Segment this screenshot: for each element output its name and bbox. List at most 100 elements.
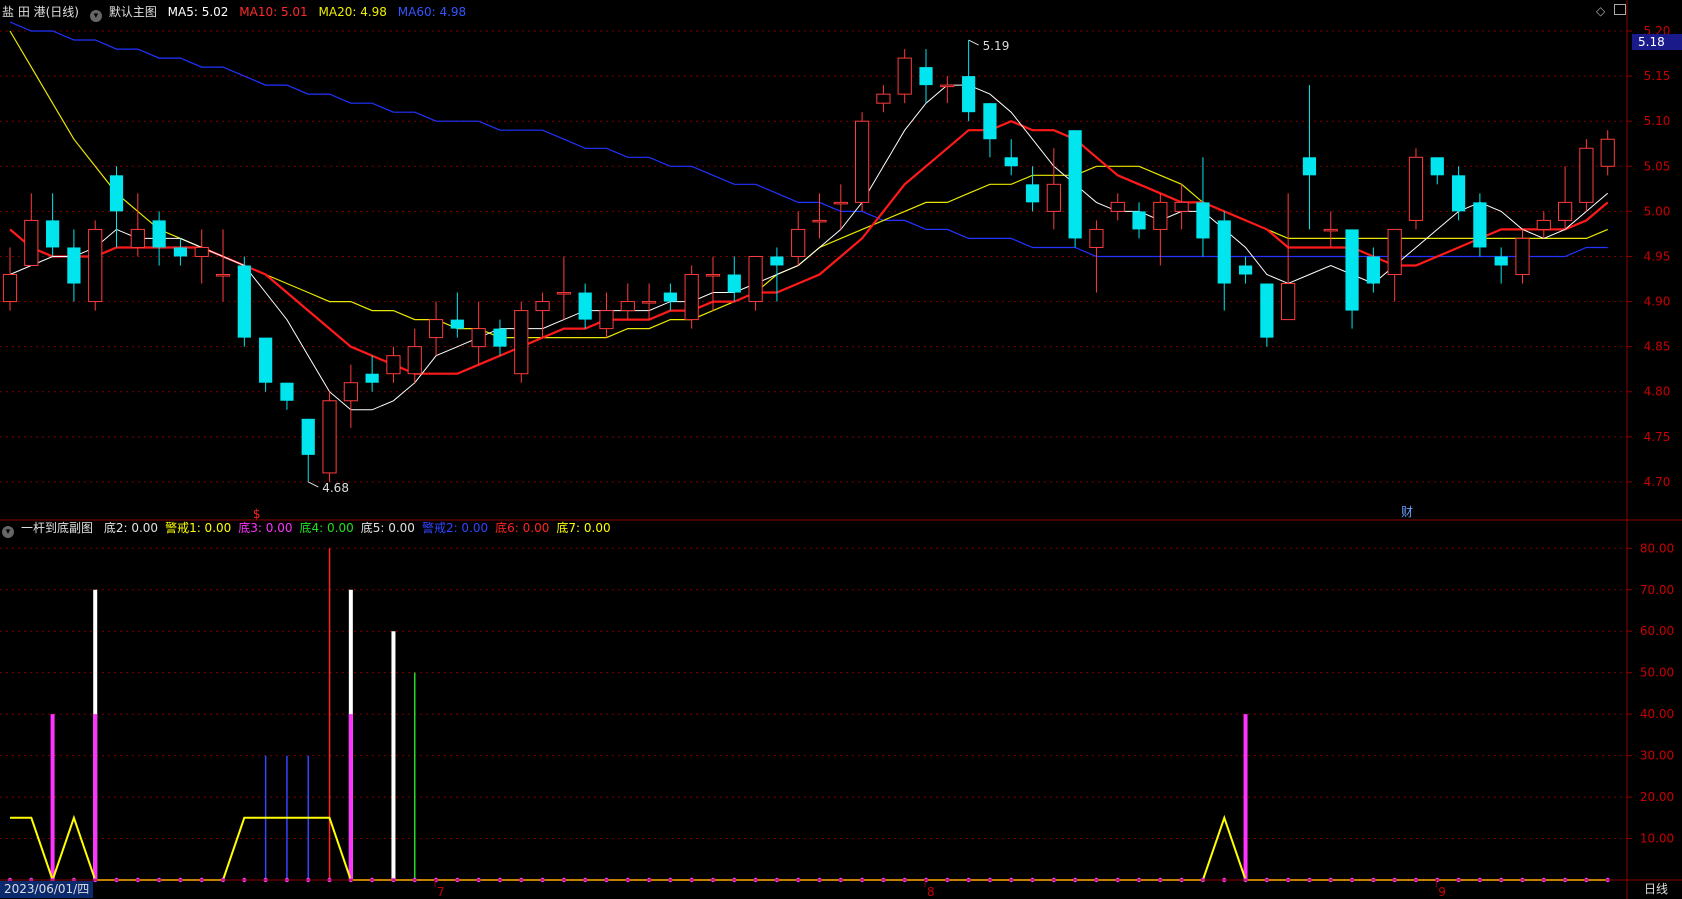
current-price-badge: 5.18 — [1632, 34, 1682, 50]
collapse-icon[interactable]: ▾ — [2, 526, 14, 538]
candle-body — [1451, 175, 1466, 212]
candle-body — [1557, 201, 1573, 221]
high-pointer — [968, 39, 979, 46]
price-tick-label: 4.90 — [1644, 295, 1671, 309]
candle-body — [684, 274, 699, 321]
financial-report-mark: 财 — [1401, 505, 1413, 519]
candle-body — [1089, 228, 1104, 248]
candle-body — [2, 274, 18, 303]
candle-body — [1473, 202, 1487, 248]
main-indicator-name[interactable]: 默认主图 — [109, 5, 157, 19]
candle-body — [365, 373, 379, 383]
ma20-label: MA20: 4.98 — [318, 5, 387, 19]
candle-body — [876, 93, 891, 104]
candle-body — [1068, 130, 1082, 239]
candle-body — [983, 103, 997, 140]
candle-body — [599, 310, 614, 330]
candle-body — [1238, 265, 1253, 275]
candle-body — [67, 247, 81, 284]
candle-body — [1345, 229, 1359, 311]
candle-body — [556, 292, 571, 295]
indicator-tick-label: 70.00 — [1640, 583, 1674, 597]
candle-body — [1110, 201, 1125, 212]
candle-body — [1579, 147, 1594, 203]
period-label[interactable]: 日线 — [1644, 881, 1668, 898]
candle-body — [578, 292, 592, 320]
candle-body — [770, 256, 784, 266]
indicator-value-label: 底2: 0.00 — [103, 521, 159, 535]
ma60-label: MA60: 4.98 — [397, 5, 467, 19]
price-tick-label: 4.70 — [1644, 475, 1671, 489]
low-price-label: 4.68 — [322, 481, 349, 495]
candle-body — [1153, 201, 1168, 230]
candle-body — [1323, 228, 1338, 232]
indicator-value-label: 底3: 0.00 — [238, 521, 293, 535]
candle-body — [322, 400, 337, 474]
stock-title[interactable]: 盐 田 港(日线) — [2, 5, 79, 19]
price-tick-label: 4.85 — [1644, 340, 1671, 354]
candle-body — [109, 175, 124, 212]
candle-body — [280, 382, 294, 401]
sub-indicator-name[interactable]: 一杆到底副图 — [21, 521, 93, 535]
candle-body — [1260, 283, 1274, 338]
candle-body — [215, 274, 231, 277]
candle-body — [24, 219, 39, 266]
indicator-tick-label: 80.00 — [1640, 541, 1674, 555]
candle-body — [1174, 201, 1189, 212]
indicator-tick-label: 40.00 — [1640, 707, 1674, 721]
diamond-icon[interactable]: ◇ — [1596, 4, 1605, 18]
candle-body — [962, 76, 976, 113]
indicator-value-label: 警戒1: 0.00 — [165, 521, 232, 535]
main-indicator-header: 盐 田 港(日线) ▾ 默认主图 MA5: 5.02 MA10: 5.01 MA2… — [2, 2, 473, 22]
ma5-label: MA5: 5.02 — [167, 5, 229, 19]
candle-body — [237, 265, 251, 338]
candle-body — [450, 319, 464, 329]
indicator-tick-label: 20.00 — [1640, 790, 1674, 804]
candle-body — [705, 274, 721, 277]
alert-line — [10, 814, 1608, 884]
indicator-tick-label: 50.00 — [1640, 666, 1674, 680]
maximize-icon[interactable] — [1614, 4, 1626, 15]
candle-body — [1025, 184, 1040, 203]
candle-body — [1494, 256, 1508, 266]
indicator-value-label: 底4: 0.00 — [299, 521, 354, 535]
price-tick-label: 4.75 — [1644, 430, 1671, 444]
candle-body — [194, 246, 209, 257]
candle-body — [471, 328, 486, 348]
candle-body — [514, 310, 529, 375]
sub-indicator-header: ▾ 一杆到底副图 底2: 0.00 警戒1: 0.00 底3: 0.00 底4: 0.0… — [2, 518, 625, 538]
candle-body — [493, 328, 507, 347]
candle-body — [1281, 283, 1296, 321]
candle-body — [1196, 202, 1210, 239]
candle-body — [88, 228, 103, 303]
month-label: 9 — [1438, 885, 1446, 899]
candle-body — [130, 228, 145, 248]
candle-body — [1302, 157, 1317, 176]
collapse-icon[interactable]: ▾ — [89, 10, 102, 22]
candle-body — [428, 319, 444, 339]
price-tick-label: 4.80 — [1644, 385, 1671, 399]
low-pointer — [308, 481, 319, 488]
candle-body — [1046, 183, 1061, 212]
candle-body — [343, 382, 358, 402]
current-date-label: 2023/06/01/四 — [0, 881, 94, 898]
candle-body — [897, 57, 912, 95]
price-tick-label: 5.10 — [1644, 114, 1671, 128]
candle-body — [1408, 156, 1424, 221]
candle-body — [791, 228, 806, 257]
candle-body — [727, 274, 741, 293]
chart-canvas: 5.205.155.105.055.004.954.904.854.804.75… — [0, 0, 1682, 899]
candle-body — [919, 67, 933, 86]
month-label: 8 — [927, 885, 935, 899]
candle-body — [1217, 220, 1231, 284]
month-label: 7 — [437, 885, 445, 899]
candle-body — [1387, 228, 1402, 276]
price-tick-label: 4.95 — [1644, 249, 1671, 263]
candle-body — [1004, 157, 1018, 167]
ma60-line — [9, 21, 1608, 258]
candle-body — [407, 346, 422, 375]
candle-body — [259, 337, 273, 383]
candle-body — [641, 301, 657, 304]
candle-body — [301, 418, 315, 455]
candle-body — [386, 355, 401, 375]
